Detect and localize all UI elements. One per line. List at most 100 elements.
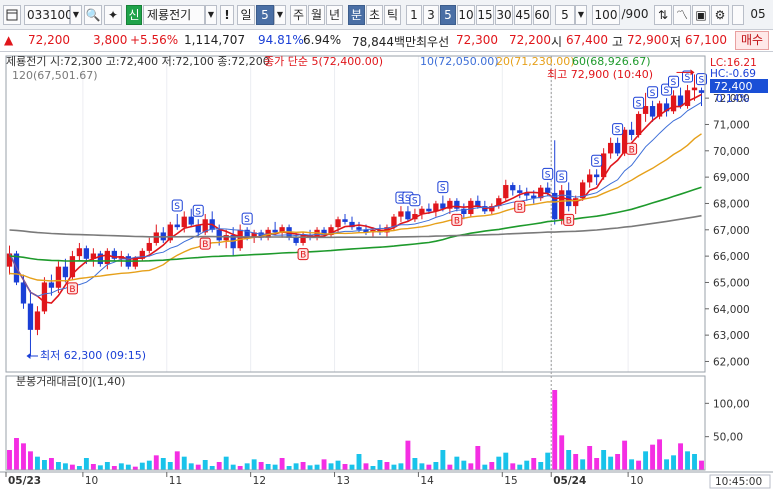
name-dropdown[interactable]: ▼	[205, 5, 217, 25]
volume-bar	[587, 446, 593, 470]
legend-ma20: 20(71,230.00)	[496, 55, 575, 68]
candle-body	[635, 113, 642, 135]
volume-bar	[174, 451, 180, 470]
volume-bar	[125, 464, 131, 470]
candle-body	[691, 87, 698, 91]
volume-bar	[321, 459, 327, 470]
volume-bar	[412, 458, 418, 470]
volume-bar	[685, 451, 690, 470]
volume-bar	[41, 460, 47, 470]
minute-3[interactable]: 3	[423, 5, 439, 25]
settings-icon[interactable]: ⚙	[711, 5, 729, 25]
volume-bar	[643, 451, 649, 470]
buy-signal-label: B	[454, 216, 460, 226]
volume-bar	[517, 464, 523, 470]
period-value-field[interactable]: 5	[256, 5, 274, 25]
sell-signal-label: S	[650, 89, 656, 99]
y-tick-label: 67,000	[713, 225, 750, 237]
tab-second[interactable]: 초	[366, 5, 383, 25]
candle-body	[503, 185, 509, 199]
change-percent: +5.56%	[130, 33, 179, 47]
tab-minute[interactable]: 분	[348, 5, 365, 25]
x-tick-label: 11	[169, 475, 182, 487]
code-dropdown[interactable]: ▼	[70, 5, 82, 25]
interval-dropdown[interactable]: ▼	[575, 5, 587, 25]
volume-bar	[615, 454, 621, 470]
volume-bar	[594, 458, 600, 470]
volume-bar	[678, 443, 683, 470]
price-arrow-icon: ▲	[4, 33, 14, 47]
y-tick-label: 63,000	[713, 330, 750, 342]
count-field[interactable]: 100	[592, 5, 620, 25]
save-icon[interactable]: ▣	[692, 5, 710, 25]
volume-bar	[195, 464, 201, 470]
count-total: /900	[621, 7, 649, 21]
tool-icon[interactable]: ✦	[104, 5, 122, 25]
candle-body	[405, 211, 411, 220]
sell-signal-label: S	[244, 215, 250, 225]
buy-button[interactable]: 매수	[735, 31, 769, 50]
window-icon[interactable]	[3, 5, 21, 25]
y-tick-label: 62,000	[713, 356, 750, 368]
y-tick-label: 66,000	[713, 251, 750, 263]
volume-bar	[167, 462, 173, 470]
candle-body	[670, 95, 677, 112]
best-label: 최우선	[416, 35, 450, 49]
candle-body	[593, 174, 600, 178]
volume-bar	[657, 439, 663, 470]
minute-5[interactable]: 5	[440, 5, 456, 25]
candle-body	[48, 282, 55, 288]
buy-signal-label: B	[566, 216, 572, 226]
low-label: 저	[670, 35, 682, 49]
stock-name-field[interactable]: 제룡전기	[143, 5, 205, 25]
legend-ma5: 종가 단순 5(72,400.00)	[264, 55, 383, 68]
period-dropdown[interactable]: ▼	[274, 5, 286, 25]
indicator-icon[interactable]: 〽	[673, 5, 691, 25]
tab-tick[interactable]: 틱	[384, 5, 401, 25]
candle-body	[272, 229, 278, 233]
minute-60[interactable]: 60	[533, 5, 551, 25]
stock-code-input[interactable]: 033100	[24, 5, 73, 25]
price-box-value: 72,400	[714, 80, 753, 93]
minute-15[interactable]: 15	[476, 5, 494, 25]
sell-signal-label: S	[636, 99, 642, 109]
chart-title: 제룡전기 시:72,300 고:72,400 저:72,100 종:72,200	[6, 55, 270, 68]
volume-bar	[35, 456, 40, 470]
period-kind-button[interactable]: 일	[237, 5, 255, 25]
volume-bar	[251, 459, 257, 470]
minute-45[interactable]: 45	[514, 5, 532, 25]
sell-signal-label: S	[195, 207, 201, 217]
minute-10[interactable]: 10	[457, 5, 475, 25]
candle-body	[132, 258, 138, 267]
minute-1[interactable]: 1	[406, 5, 422, 25]
sell-signal-label: S	[615, 126, 621, 136]
volume-bar	[300, 462, 306, 470]
volume-bar	[62, 463, 68, 470]
volume-bar	[601, 450, 607, 470]
tab-week[interactable]: 주	[290, 5, 307, 25]
search-icon[interactable]: 🔍	[84, 5, 102, 25]
chart-type-icon[interactable]: ⇅	[654, 5, 672, 25]
minute-30[interactable]: 30	[495, 5, 513, 25]
x-tick-label: 10	[630, 475, 643, 487]
candle-body	[223, 235, 229, 241]
tab-month[interactable]: 월	[308, 5, 325, 25]
interval-field[interactable]: 5	[555, 5, 575, 25]
candle-body	[83, 248, 90, 259]
candle-body	[398, 211, 404, 217]
alert-button[interactable]: !	[220, 5, 234, 25]
legend-ma120: 120(67,501.67)	[12, 69, 98, 82]
candle-body	[62, 266, 69, 278]
volume-bar	[216, 462, 222, 470]
y-tick-label: 68,000	[713, 198, 750, 210]
sell-signal-label: S	[594, 157, 600, 167]
volume-bar	[608, 456, 614, 470]
tab-year[interactable]: 년	[326, 5, 343, 25]
candle-body	[188, 216, 194, 225]
candle-body	[55, 266, 62, 288]
volume: 1,114,707	[184, 33, 246, 47]
volume-bar	[699, 460, 704, 470]
option-checkbox[interactable]	[732, 5, 744, 25]
ratio-2: 6.94%	[303, 33, 342, 47]
candlestick-chart[interactable]: SSSS S SSS SSSSS SSS SBBBBBBB 62,00063,00064,…	[0, 52, 773, 489]
